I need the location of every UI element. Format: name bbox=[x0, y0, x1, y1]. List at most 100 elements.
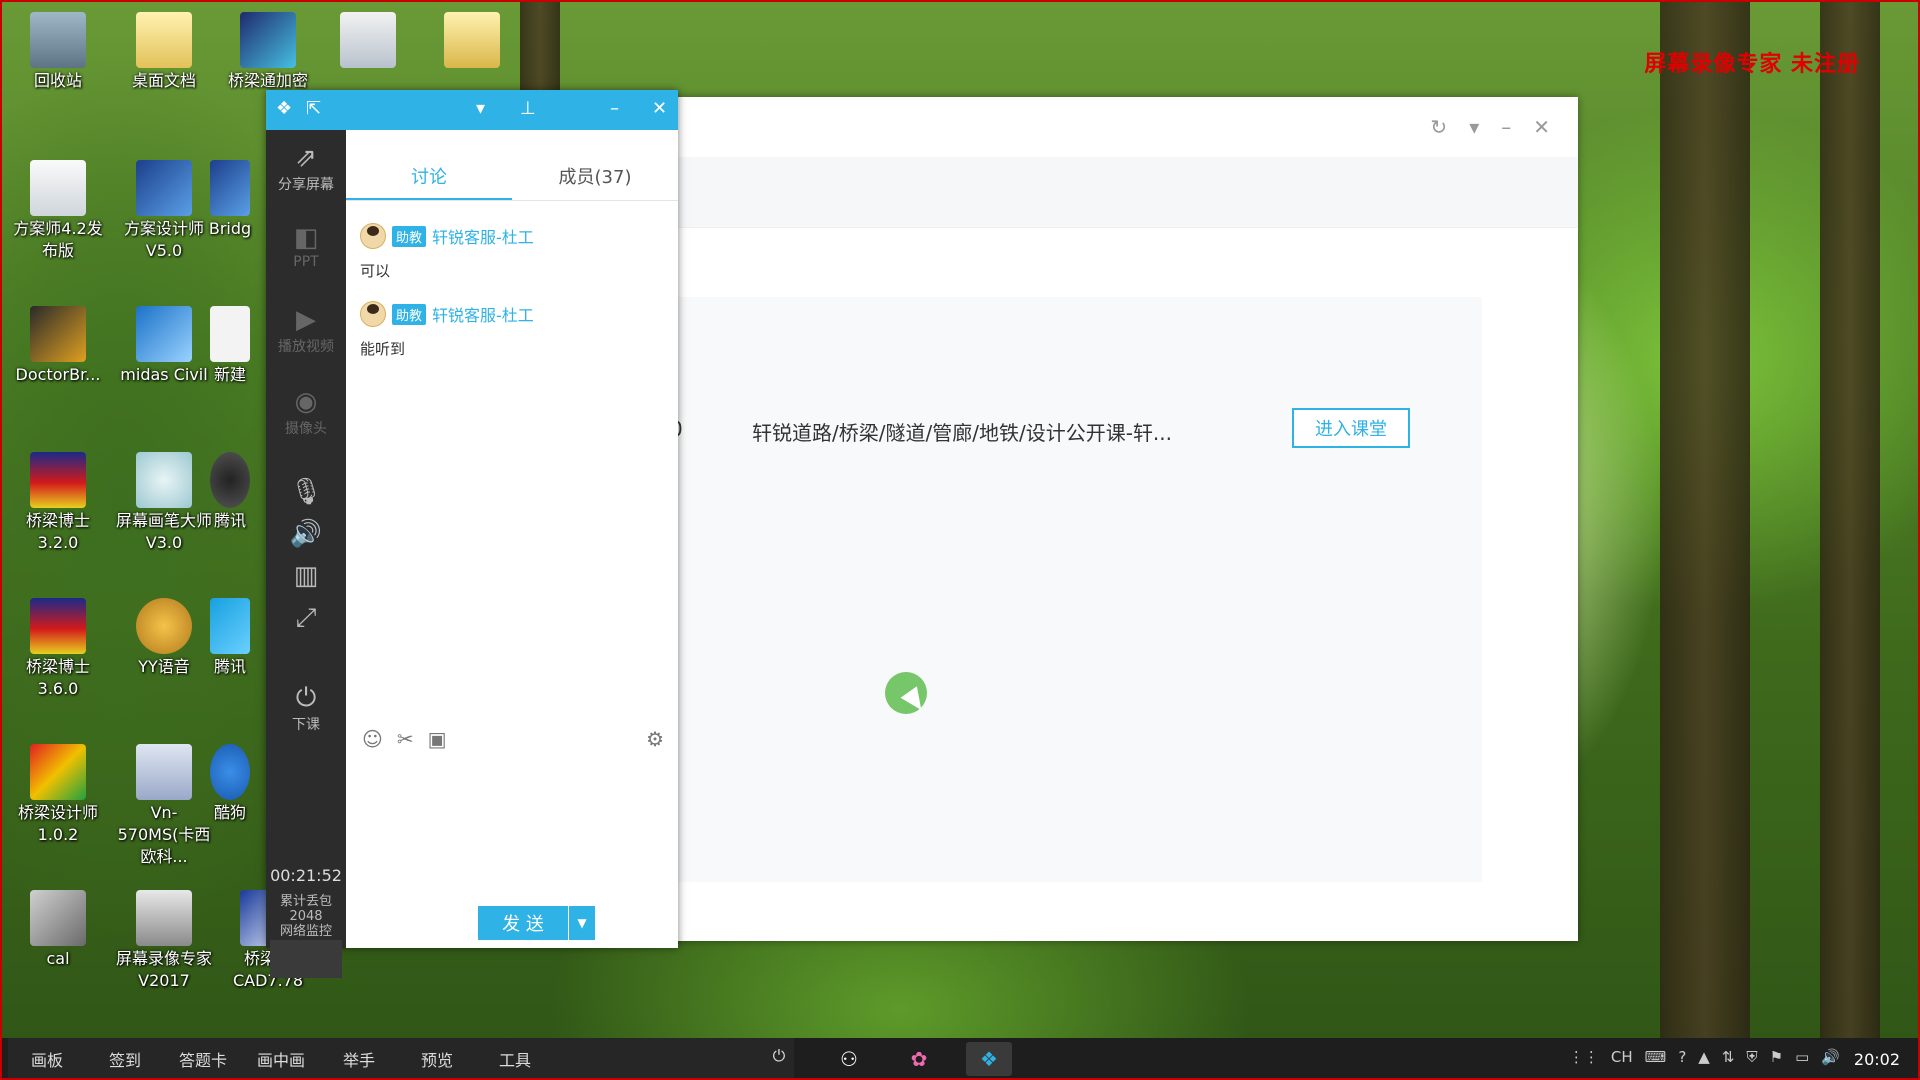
chevron-up-icon[interactable]: ▲ bbox=[1698, 1048, 1710, 1066]
tool-picture-in-picture[interactable]: 画中画 bbox=[242, 1047, 320, 1071]
desktop-icon-tencent-2[interactable]: 腾讯 bbox=[200, 598, 260, 678]
send-options-chevron-down-icon[interactable]: ▼ bbox=[569, 906, 595, 940]
volume-icon[interactable]: 🔊 bbox=[1821, 1048, 1840, 1066]
keyboard-grid-icon[interactable]: ⋮⋮ bbox=[1569, 1048, 1599, 1066]
avatar bbox=[360, 301, 386, 327]
desktop-icon-bridge-doctor-3-2[interactable]: 桥梁博士3.2.0 bbox=[10, 452, 106, 554]
desktop-icon-cal[interactable]: cal bbox=[10, 890, 106, 970]
image-icon[interactable]: ▣ bbox=[428, 727, 447, 751]
share-screen-icon: ⇗ bbox=[295, 143, 317, 173]
desktop-icon-new[interactable]: 新建 bbox=[200, 306, 260, 386]
app-icon bbox=[30, 452, 86, 508]
refresh-icon[interactable]: ↻ bbox=[1430, 115, 1447, 139]
desktop-icon-bridge-doctor-3-6[interactable]: 桥梁博士3.6.0 bbox=[10, 598, 106, 700]
camera-icon bbox=[136, 890, 192, 946]
role-badge: 助教 bbox=[392, 303, 427, 325]
network-icon[interactable]: ⇅ bbox=[1722, 1048, 1735, 1066]
flag-icon[interactable]: ⚑ bbox=[1770, 1048, 1783, 1066]
desktop-icon-midas-civil[interactable]: midas Civil bbox=[116, 306, 212, 386]
minimize-icon[interactable]: – bbox=[1501, 115, 1511, 139]
chat-message: 助教 轩锐客服-杜工 能听到 bbox=[360, 300, 670, 359]
fullscreen-icon: ⤢ bbox=[295, 603, 317, 633]
tab-members[interactable]: 成员(37) bbox=[512, 154, 678, 198]
speaker-button[interactable]: 🔊 bbox=[266, 518, 346, 550]
classroom-app-icon[interactable]: ❖ bbox=[966, 1042, 1012, 1076]
tree-trunk bbox=[520, 0, 560, 100]
desktop-icon-doctorbr[interactable]: DoctorBr... bbox=[10, 306, 106, 386]
network-graph bbox=[270, 940, 342, 978]
desktop-icon-yy[interactable]: YY语音 bbox=[116, 598, 212, 678]
tree-trunk bbox=[1820, 0, 1880, 1040]
chat-message: 助教 轩锐客服-杜工 可以 bbox=[360, 222, 670, 281]
emoji-icon[interactable]: ☺ bbox=[362, 727, 383, 751]
enter-classroom-button[interactable]: 进入课堂 bbox=[1292, 408, 1410, 448]
tool-whiteboard[interactable]: 画板 bbox=[8, 1047, 86, 1071]
app-icon bbox=[136, 452, 192, 508]
play-icon: ▶ bbox=[296, 305, 316, 335]
share-out-icon[interactable]: ⇱ bbox=[306, 98, 321, 119]
desktop-icon-recycle-bin[interactable]: 回收站 bbox=[10, 12, 106, 92]
power-icon[interactable]: ⏻ bbox=[740, 1046, 818, 1066]
app-icon bbox=[136, 306, 192, 362]
ime-indicator[interactable]: CH bbox=[1611, 1048, 1633, 1066]
tree-trunk bbox=[1660, 0, 1750, 1040]
scissors-icon[interactable]: ✂ bbox=[397, 727, 414, 751]
play-video-button[interactable]: ▶ 播放视频 bbox=[266, 304, 346, 356]
dropdown-icon[interactable]: ▾ bbox=[1469, 115, 1479, 139]
message-author[interactable]: 轩锐客服-杜工 bbox=[432, 224, 534, 248]
ppt-icon: ◧ bbox=[293, 223, 319, 253]
tool-preview[interactable]: 预览 bbox=[398, 1047, 476, 1071]
color-app-icon[interactable]: ✿ bbox=[896, 1042, 942, 1076]
send-button[interactable]: 发 送 bbox=[478, 906, 568, 940]
desktop-icon-bridg[interactable]: Bridg bbox=[200, 160, 260, 240]
message-author[interactable]: 轩锐客服-杜工 bbox=[432, 302, 534, 326]
minimize-icon[interactable]: – bbox=[610, 98, 619, 119]
desktop-icon-settings-file[interactable] bbox=[320, 12, 416, 70]
ppt-button[interactable]: ◧ PPT bbox=[266, 222, 346, 270]
app-icon[interactable]: ⚇ bbox=[826, 1042, 872, 1076]
desktop-icon-bridge-encrypt[interactable]: 桥梁通加密 bbox=[220, 12, 316, 92]
calculator-icon bbox=[136, 744, 192, 800]
app-icon bbox=[30, 598, 86, 654]
desktop-icon-screen-pen[interactable]: 屏幕画笔大师 V3.0 bbox=[116, 452, 212, 554]
help-icon[interactable]: ? bbox=[1678, 1048, 1686, 1066]
app-icon bbox=[30, 306, 86, 362]
recycle-bin-icon bbox=[30, 12, 86, 68]
desktop-icon-tencent[interactable]: 腾讯 bbox=[200, 452, 260, 532]
keyboard-icon[interactable]: ⌨ bbox=[1645, 1048, 1667, 1066]
shield-icon[interactable]: ⛨ bbox=[1746, 1048, 1757, 1066]
desktop-icon-kugou[interactable]: 酷狗 bbox=[200, 744, 260, 824]
end-class-button[interactable]: ⏻ 下课 bbox=[266, 682, 346, 734]
message-text: 可以 bbox=[360, 262, 391, 280]
tab-discussion[interactable]: 讨论 bbox=[346, 154, 512, 200]
window-subheader bbox=[670, 157, 1578, 228]
desktop-icon-fangan-4-2[interactable]: 方案师4.2发布版 bbox=[10, 160, 106, 262]
clock[interactable]: 20:02 bbox=[1854, 1050, 1900, 1069]
fullscreen-button[interactable]: ⤢ bbox=[266, 602, 346, 634]
microphone-button[interactable]: 🎙 bbox=[266, 476, 346, 508]
signal-button[interactable]: ▥ bbox=[266, 560, 346, 592]
pin-icon[interactable]: ⊥ bbox=[520, 98, 536, 119]
share-screen-button[interactable]: ⇗ 分享屏幕 bbox=[266, 142, 346, 194]
desktop-icon-folder-2[interactable] bbox=[424, 12, 520, 70]
watermark: 屏幕录像专家 未注册 bbox=[1644, 52, 1860, 77]
desktop-icon-screen-recorder[interactable]: 屏幕录像专家V2017 bbox=[116, 890, 212, 992]
dropdown-icon[interactable]: ▾ bbox=[476, 98, 485, 119]
gear-icon[interactable]: ⚙ bbox=[646, 727, 664, 751]
tool-checkin[interactable]: 签到 bbox=[86, 1047, 164, 1071]
course-row[interactable]: 0 轩锐道路/桥梁/隧道/管廊/地铁/设计公开课-轩... 进入课堂 bbox=[670, 407, 1578, 451]
tool-answer-card[interactable]: 答题卡 bbox=[164, 1047, 242, 1071]
tool-raise-hand[interactable]: 举手 bbox=[320, 1047, 398, 1071]
desktop-icon-bridge-designer[interactable]: 桥梁设计师1.0.2 bbox=[10, 744, 106, 846]
desktop-icon-folder[interactable]: 桌面文档 bbox=[116, 12, 212, 92]
class-timer: 00:21:52 bbox=[270, 866, 342, 885]
app-icon bbox=[210, 598, 250, 654]
window-titlebar: ↻ ▾ – ✕ bbox=[670, 97, 1578, 157]
tool-tools[interactable]: 工具 bbox=[476, 1047, 554, 1071]
camera-button[interactable]: ◉ 摄像头 bbox=[266, 386, 346, 438]
close-icon[interactable]: ✕ bbox=[1533, 115, 1550, 139]
monitor-icon[interactable]: ▭ bbox=[1795, 1048, 1809, 1066]
desktop-icon-casio[interactable]: Vn-570MS(卡西欧科... bbox=[116, 744, 212, 868]
desktop-icon-fangan-v5[interactable]: 方案设计师V5.0 bbox=[116, 160, 212, 262]
close-icon[interactable]: ✕ bbox=[652, 98, 667, 119]
